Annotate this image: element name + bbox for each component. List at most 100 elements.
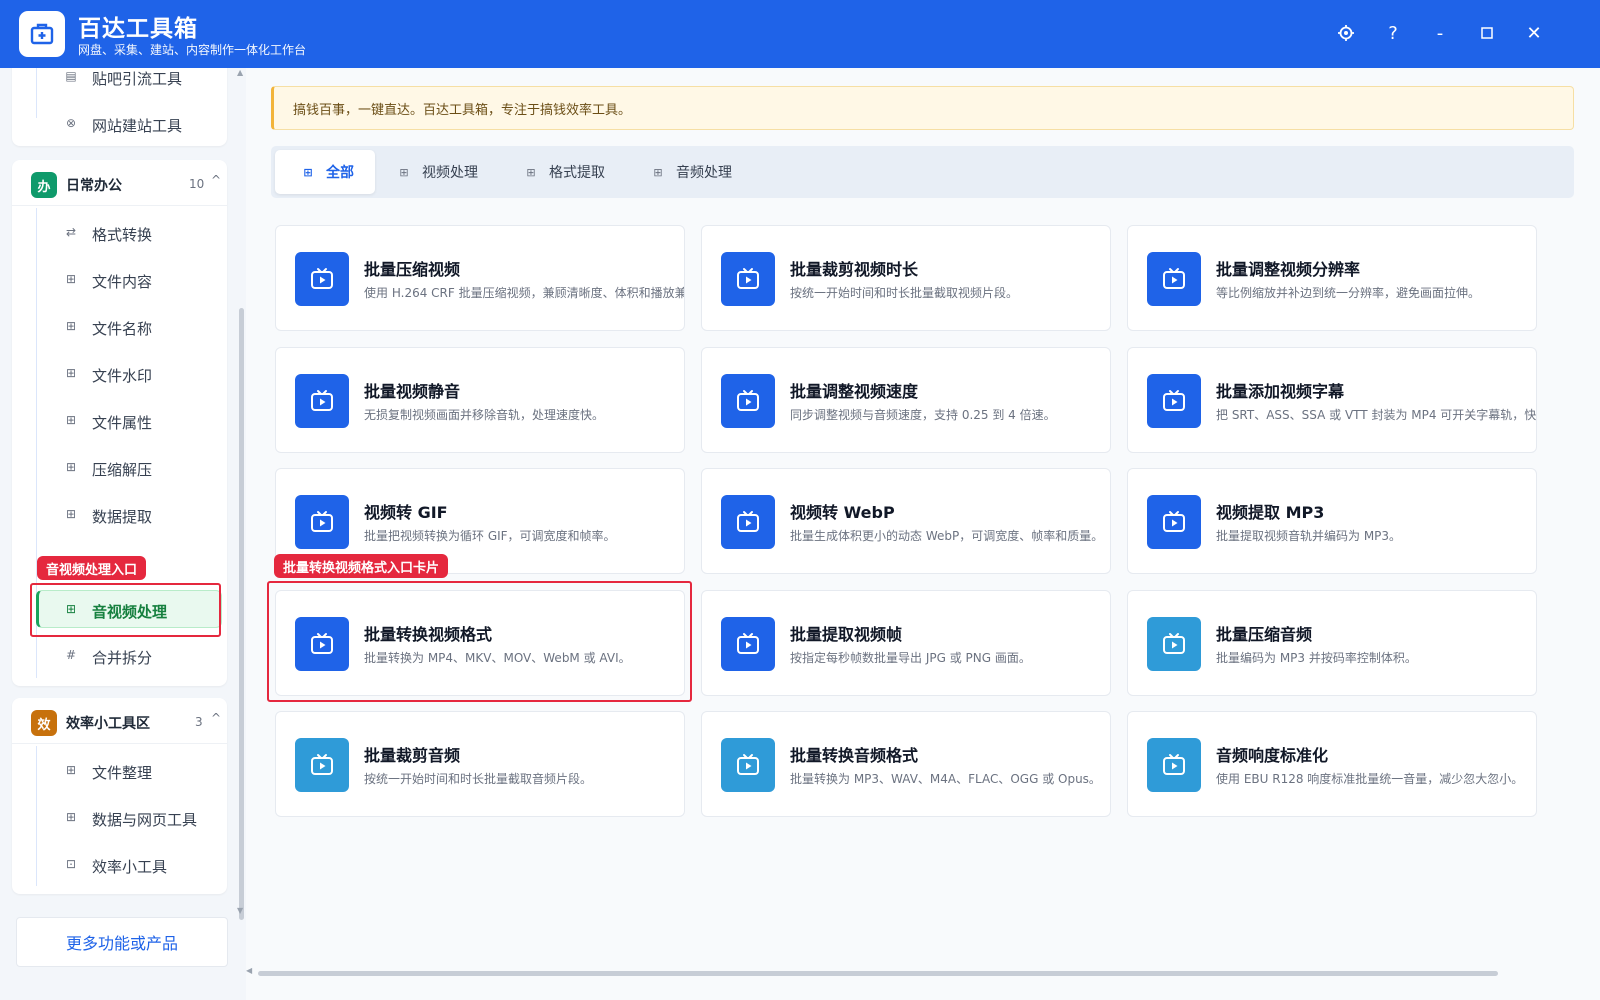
sidebar-scrollbar[interactable] (239, 308, 244, 920)
sidebar-group-office: 办 日常办公 10 ^ ⇄ 格式转换 ⊞ 文件内容 ⊞ 文件名称 ⊞ 文件水印 … (12, 160, 227, 686)
group-title: 日常办公 (66, 178, 122, 194)
tool-card[interactable]: 批量视频静音 无损复制视频画面并移除音轨，处理速度快。 (275, 347, 685, 453)
tool-card[interactable]: 批量压缩音频批量编码为 MP3 并按码率控制体积。 (1127, 590, 1537, 696)
group-badge: 效 (31, 710, 57, 736)
tool-card[interactable]: 批量提取视频帧 按指定每秒帧数批量导出 JPG 或 PNG 画面。 (701, 590, 1111, 696)
card-title: 批量压缩视频 (364, 260, 461, 279)
group-count: 3 (195, 715, 203, 729)
card-description: 批量生成体积更小的动态 WebP，可调宽度、帧率和质量。 (790, 529, 1104, 543)
grid-icon: ⊞ (65, 810, 77, 824)
more-products-button[interactable]: 更多功能或产品 (16, 917, 228, 967)
card-description: 使用 EBU R128 响度标准批量统一音量，减少忽大忽小。 (1216, 772, 1524, 786)
tool-card[interactable]: 批量调整视频速度 同步调整视频与音频速度，支持 0.25 到 4 倍速。 (701, 347, 1111, 453)
scroll-down-arrow[interactable]: ▼ (237, 906, 243, 915)
tool-card[interactable]: 批量压缩视频使用 H.264 CRF 批量压缩视频，兼顾清晰度、体积和播放兼容性… (275, 225, 685, 331)
sidebar-group-efficiency: 效 效率小工具区 3 ^ ⊞ 文件整理 ⊞ 数据与网页工具 ⊡ 效率小工具 (12, 698, 227, 894)
swap-icon: ⇄ (65, 225, 77, 239)
sidebar-item-file-organize[interactable]: ⊞ 文件整理 (36, 752, 222, 790)
tool-card[interactable]: 视频提取 MP3 批量提取视频音轨并编码为 MP3。 (1127, 468, 1537, 574)
tv-play-icon (1147, 374, 1201, 428)
sidebar-item-data-web[interactable]: ⊞ 数据与网页工具 (36, 799, 222, 837)
card-title: 批量转换音频格式 (790, 746, 919, 765)
sidebar-item-label: 文件水印 (92, 367, 153, 385)
sidebar-item-label: 文件整理 (92, 764, 153, 782)
sidebar-item-data-extract[interactable]: ⊞ 数据提取 (36, 496, 222, 534)
tool-card[interactable]: 视频转 WebP 批量生成体积更小的动态 WebP，可调宽度、帧率和质量。 (701, 468, 1111, 574)
sidebar-item-format-convert[interactable]: ⇄ 格式转换 (36, 214, 222, 252)
sidebar-item-file-watermark[interactable]: ⊞ 文件水印 (36, 355, 222, 393)
tv-play-icon (721, 252, 775, 306)
sidebar-item-label: 贴吧引流工具 (92, 70, 183, 88)
sidebar-item-merge-split[interactable]: # 合并拆分 (36, 637, 222, 675)
tool-card[interactable]: 音频响度标准化使用 EBU R128 响度标准批量统一音量，减少忽大忽小。 (1127, 711, 1537, 817)
gear-icon (1338, 25, 1354, 41)
tab-label: 格式提取 (549, 165, 605, 181)
scroll-up-arrow[interactable]: ▲ (237, 68, 243, 77)
sidebar-item-label: 网站建站工具 (92, 117, 183, 135)
close-button[interactable]: ✕ (1519, 18, 1549, 48)
tool-card[interactable]: 批量添加视频字幕把 SRT、ASS、SSA 或 VTT 封装为 MP4 可开关字… (1127, 347, 1537, 453)
group-badge: 办 (31, 172, 57, 198)
card-title: 批量压缩音频 (1216, 625, 1313, 644)
tab-video[interactable]: ⊞ 视频处理 (373, 150, 492, 194)
tv-play-icon (295, 252, 349, 306)
chevron-up-icon[interactable]: ^ (211, 173, 221, 187)
card-title: 批量添加视频字幕 (1216, 382, 1345, 401)
card-description: 批量编码为 MP3 并按码率控制体积。 (1216, 651, 1417, 665)
annotation-tag-sidebar: 音视频处理入口 (37, 556, 147, 580)
sidebar-item-efficiency-tools[interactable]: ⊡ 效率小工具 (36, 846, 222, 884)
card-title: 批量提取视频帧 (790, 625, 903, 644)
horizontal-scrollbar[interactable] (258, 971, 1498, 976)
card-description: 批量把视频转换为循环 GIF，可调宽度和帧率。 (364, 529, 616, 543)
grid-icon: ⊞ (653, 165, 663, 179)
sidebar-item-compress[interactable]: ⊞ 压缩解压 (36, 449, 222, 487)
sidebar-item-tieba[interactable]: ▤ 贴吧引流工具 (36, 68, 222, 96)
square-icon (1481, 27, 1493, 39)
sidebar-item-label: 数据与网页工具 (92, 811, 198, 829)
sidebar-item-label: 数据提取 (92, 508, 153, 526)
tv-play-icon (1147, 495, 1201, 549)
tv-play-icon (721, 738, 775, 792)
sidebar-item-file-name[interactable]: ⊞ 文件名称 (36, 308, 222, 346)
grid-icon: ⊞ (65, 366, 77, 380)
card-description: 批量转换为 MP3、WAV、M4A、FLAC、OGG 或 Opus。 (790, 772, 1101, 786)
scroll-left-arrow[interactable]: ◀ (246, 966, 252, 975)
tool-card[interactable]: 批量转换音频格式批量转换为 MP3、WAV、M4A、FLAC、OGG 或 Opu… (701, 711, 1111, 817)
card-title: 视频转 WebP (790, 503, 895, 522)
maximize-button[interactable] (1472, 18, 1502, 48)
card-title: 视频提取 MP3 (1216, 503, 1325, 522)
sidebar-group-previous: ▤ 贴吧引流工具 ⊗ 网站建站工具 (12, 68, 227, 146)
title-bar: 百达工具箱 网盘、采集、建站、内容制作一体化工作台 ? - ✕ (0, 0, 1600, 68)
tool-card[interactable]: 批量转换视频格式 批量转换为 MP4、MKV、MOV、WebM 或 AVI。 (275, 590, 685, 696)
group-header[interactable]: 效 效率小工具区 3 ^ (12, 698, 227, 744)
grid-icon: ⊞ (399, 165, 409, 179)
sidebar-item-website[interactable]: ⊗ 网站建站工具 (36, 105, 222, 143)
tab-audio[interactable]: ⊞ 音频处理 (627, 150, 746, 194)
tab-all[interactable]: ⊞ 全部 (275, 150, 375, 194)
help-button[interactable]: ? (1378, 18, 1408, 48)
sidebar-item-file-content[interactable]: ⊞ 文件内容 (36, 261, 222, 299)
tab-label: 全部 (326, 165, 354, 181)
sidebar-item-label: 音视频处理 (92, 603, 168, 621)
card-title: 音频响度标准化 (1216, 746, 1329, 765)
grid-icon: ⊞ (526, 165, 536, 179)
grid-icon: ⊞ (65, 763, 77, 777)
card-title: 批量转换视频格式 (364, 625, 493, 644)
tool-card[interactable]: 批量调整视频分辨率 等比例缩放并补边到统一分辨率，避免画面拉伸。 (1127, 225, 1537, 331)
group-header[interactable]: 办 日常办公 10 ^ (12, 160, 227, 206)
card-description: 按统一开始时间和时长批量截取音频片段。 (364, 772, 593, 786)
tool-card[interactable]: 批量裁剪视频时长 按统一开始时间和时长批量截取视频片段。 (701, 225, 1111, 331)
grid-icon: ⊞ (65, 319, 77, 333)
sidebar-item-label: 文件名称 (92, 320, 153, 338)
card-description: 把 SRT、ASS、SSA 或 VTT 封装为 MP4 可开关字幕轨，快速且不重 (1216, 408, 1537, 422)
tool-card[interactable]: 批量裁剪音频 按统一开始时间和时长批量截取音频片段。 (275, 711, 685, 817)
tab-format-extract[interactable]: ⊞ 格式提取 (500, 150, 619, 194)
minimize-button[interactable]: - (1425, 18, 1455, 48)
sidebar-item-file-attributes[interactable]: ⊞ 文件属性 (36, 402, 222, 440)
sidebar-item-audio-video[interactable]: ⊞ 音视频处理 (36, 590, 222, 628)
tv-play-icon (295, 617, 349, 671)
main-content: 搞钱百事，一键直达。百达工具箱，专注于搞钱效率工具。 ⊞ 全部 ⊞ 视频处理 ⊞… (246, 68, 1600, 1000)
card-description: 同步调整视频与音频速度，支持 0.25 到 4 倍速。 (790, 408, 1056, 422)
settings-button[interactable] (1331, 18, 1361, 48)
chevron-up-icon[interactable]: ^ (211, 711, 221, 725)
